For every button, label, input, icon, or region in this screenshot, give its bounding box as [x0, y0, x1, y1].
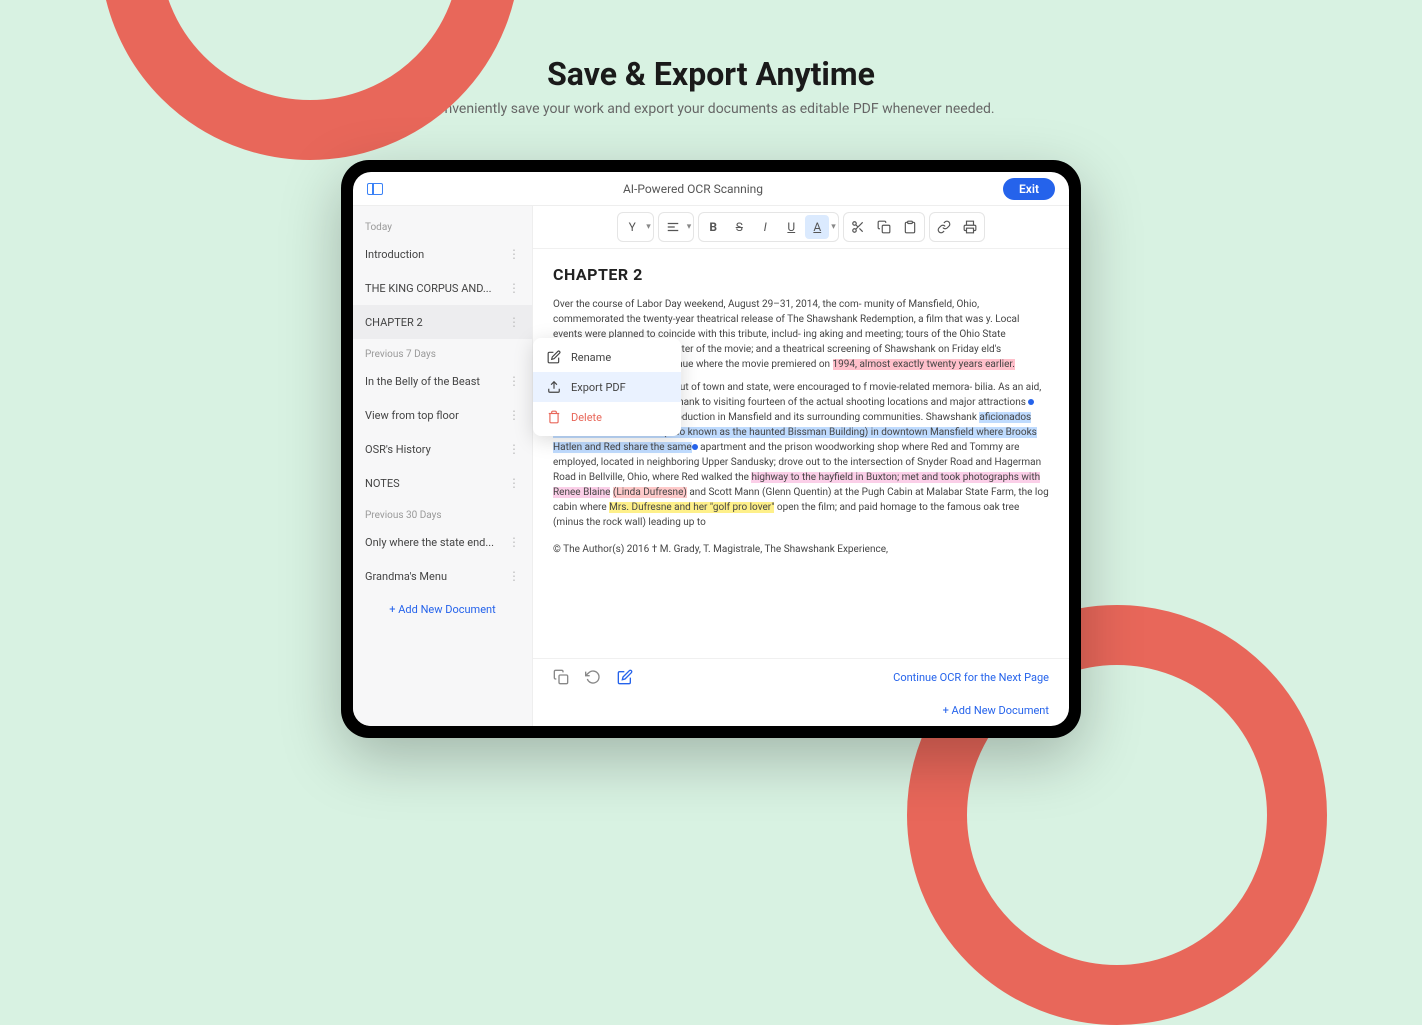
more-icon[interactable]: ⋮: [508, 374, 520, 388]
editor-footer: Continue OCR for the Next Page: [533, 658, 1069, 695]
highlight-pink: 1994, almost exactly twenty years earlie…: [833, 359, 1015, 370]
highlight-button[interactable]: A: [805, 215, 829, 239]
top-bar: AI-Powered OCR Scanning Exit: [353, 172, 1069, 206]
sidebar-note-item[interactable]: In the Belly of the Beast ⋮: [353, 364, 532, 398]
copyright-line: © The Author(s) 2016 † M. Grady, T. Magi…: [553, 542, 1049, 557]
print-button[interactable]: [958, 215, 982, 239]
sidebar-note-item[interactable]: View from top floor ⋮: [353, 398, 532, 432]
rename-label: Rename: [571, 351, 611, 364]
more-icon[interactable]: ⋮: [508, 281, 520, 295]
sidebar-note-item[interactable]: Grandma's Menu ⋮: [353, 559, 532, 593]
sidebar-note-item[interactable]: Only where the state end... ⋮: [353, 525, 532, 559]
footer-add-doc-row: + Add New Document: [533, 695, 1069, 726]
note-title: Only where the state end...: [365, 536, 494, 549]
export-icon: [547, 380, 561, 394]
editor-content[interactable]: CHAPTER 2 Over the course of Labor Day w…: [533, 249, 1069, 658]
chapter-heading: CHAPTER 2: [553, 263, 1049, 287]
sidebar-section-label: Today: [353, 212, 532, 237]
font-style-button[interactable]: Y: [620, 215, 644, 239]
decorative-ring-top: [100, 0, 520, 160]
note-title: Grandma's Menu: [365, 570, 447, 583]
add-document-sidebar[interactable]: + Add New Document: [353, 593, 532, 626]
sidebar-note-item[interactable]: Introduction ⋮: [353, 237, 532, 271]
trash-icon: [547, 410, 561, 424]
export-pdf-menu-item[interactable]: Export PDF: [533, 372, 681, 402]
sidebar-section-label: Previous 30 Days: [353, 500, 532, 525]
delete-label: Delete: [571, 411, 602, 424]
link-button[interactable]: [932, 215, 956, 239]
edit-icon: [547, 350, 561, 364]
italic-button[interactable]: I: [753, 215, 777, 239]
rename-menu-item[interactable]: Rename: [533, 342, 681, 372]
editor-toolbar: Y▾ ▾ B S I U A▾: [533, 206, 1069, 249]
compose-icon[interactable]: [617, 669, 633, 685]
note-title: NOTES: [365, 477, 400, 490]
note-title: Introduction: [365, 248, 424, 261]
sidebar-note-item[interactable]: OSR's History ⋮: [353, 432, 532, 466]
note-title: OSR's History: [365, 443, 431, 456]
app-body: TodayIntroduction⋮THE KING CORPUS AND...…: [353, 206, 1069, 726]
bold-button[interactable]: B: [701, 215, 725, 239]
sidebar-section-label: Previous 7 Days: [353, 339, 532, 364]
strikethrough-button[interactable]: S: [727, 215, 751, 239]
sidebar-note-item[interactable]: CHAPTER 2 ⋮: [353, 305, 532, 339]
selection-handle-start[interactable]: [1028, 399, 1034, 405]
delete-menu-item[interactable]: Delete: [533, 402, 681, 432]
more-icon[interactable]: ⋮: [508, 476, 520, 490]
note-title: CHAPTER 2: [365, 316, 423, 329]
main-panel: Y▾ ▾ B S I U A▾: [533, 206, 1069, 726]
copy-button[interactable]: [872, 215, 896, 239]
tablet-frame: AI-Powered OCR Scanning Exit TodayIntrod…: [341, 160, 1081, 738]
more-icon[interactable]: ⋮: [508, 247, 520, 261]
align-button[interactable]: [661, 215, 685, 239]
export-label: Export PDF: [571, 381, 626, 394]
more-icon[interactable]: ⋮: [508, 442, 520, 456]
app-screen: AI-Powered OCR Scanning Exit TodayIntrod…: [353, 172, 1069, 726]
add-document-footer[interactable]: + Add New Document: [943, 704, 1049, 717]
document-title: AI-Powered OCR Scanning: [383, 182, 1003, 196]
paste-button[interactable]: [898, 215, 922, 239]
note-title: View from top floor: [365, 409, 459, 422]
sidebar-note-item[interactable]: THE KING CORPUS AND... ⋮: [353, 271, 532, 305]
continue-ocr-link[interactable]: Continue OCR for the Next Page: [893, 671, 1049, 684]
context-menu: Rename Export PDF Delete: [533, 338, 681, 436]
undo-icon[interactable]: [585, 669, 601, 685]
highlight-yellow: Mrs. Dufresne and her "golf pro lover": [609, 502, 774, 513]
more-icon[interactable]: ⋮: [508, 408, 520, 422]
sidebar: TodayIntroduction⋮THE KING CORPUS AND...…: [353, 206, 533, 726]
more-icon[interactable]: ⋮: [508, 315, 520, 329]
sidebar-note-item[interactable]: NOTES ⋮: [353, 466, 532, 500]
cut-button[interactable]: [846, 215, 870, 239]
note-title: THE KING CORPUS AND...: [365, 282, 492, 295]
more-icon[interactable]: ⋮: [508, 569, 520, 583]
sidebar-toggle-icon[interactable]: [367, 183, 383, 195]
note-title: In the Belly of the Beast: [365, 375, 480, 388]
highlight-red: (Linda Dufresne): [613, 487, 687, 498]
exit-button[interactable]: Exit: [1003, 178, 1055, 200]
more-icon[interactable]: ⋮: [508, 535, 520, 549]
underline-button[interactable]: U: [779, 215, 803, 239]
clipboard-icon[interactable]: [553, 669, 569, 685]
